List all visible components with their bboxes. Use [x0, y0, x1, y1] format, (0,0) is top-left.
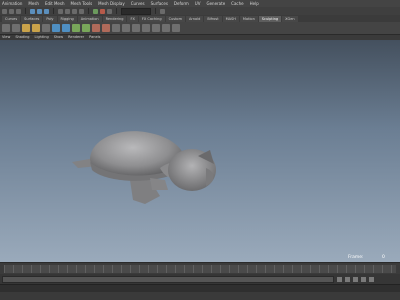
knife-tool-icon[interactable]: [132, 24, 140, 32]
step-forward-icon[interactable]: [361, 276, 366, 282]
menu-deform[interactable]: Deform: [174, 0, 189, 7]
menu-mesh[interactable]: Mesh: [28, 0, 39, 7]
separator: [116, 8, 117, 14]
menu-mesh-tools[interactable]: Mesh Tools: [71, 0, 93, 7]
separator: [53, 8, 54, 14]
main-menu-bar: Animation Mesh Edit Mesh Mesh Tools Mesh…: [0, 0, 400, 7]
amplify-tool-icon[interactable]: [162, 24, 170, 32]
playback-range-bar[interactable]: [2, 275, 334, 283]
repeat-tool-icon[interactable]: [82, 24, 90, 32]
menu-mesh-display[interactable]: Mesh Display: [98, 0, 125, 7]
frame-value: 0: [382, 254, 385, 260]
separator: [88, 8, 89, 14]
bulge-tool-icon[interactable]: [152, 24, 160, 32]
input-field[interactable]: [121, 7, 151, 15]
snap-grid-icon[interactable]: [58, 8, 63, 14]
turtle-model[interactable]: Frame: 0: [0, 40, 400, 262]
separator: [155, 8, 156, 14]
scrape-tool-icon[interactable]: [112, 24, 120, 32]
shelf-toolbar: [0, 22, 400, 35]
help-line: [0, 292, 400, 300]
menu-curves[interactable]: Curves: [131, 0, 145, 7]
lasso-tool-icon[interactable]: [37, 8, 42, 14]
time-ruler[interactable]: [4, 265, 396, 273]
turtle-front-leg: [150, 178, 168, 190]
save-scene-icon[interactable]: [16, 8, 21, 14]
paint-select-icon[interactable]: [44, 8, 49, 14]
render-icon[interactable]: [93, 8, 98, 14]
snap-surface-icon[interactable]: [79, 8, 84, 14]
spray-tool-icon[interactable]: [72, 24, 80, 32]
snap-curve-icon[interactable]: [65, 8, 70, 14]
snap-point-icon[interactable]: [72, 8, 77, 14]
smooth-tool-icon[interactable]: [12, 24, 20, 32]
new-scene-icon[interactable]: [2, 8, 7, 14]
open-scene-icon[interactable]: [9, 8, 14, 14]
go-to-end-icon[interactable]: [369, 276, 374, 282]
menu-animation[interactable]: Animation: [2, 0, 22, 7]
ipr-render-icon[interactable]: [100, 8, 105, 14]
separator: [25, 8, 26, 14]
render-settings-icon[interactable]: [107, 8, 112, 14]
frame-label: Frame:: [348, 254, 364, 260]
menu-help[interactable]: Help: [250, 0, 259, 7]
pinch-tool-icon[interactable]: [42, 24, 50, 32]
flatten-tool-icon[interactable]: [52, 24, 60, 32]
play-icon[interactable]: [353, 276, 358, 282]
menu-uv[interactable]: UV: [195, 0, 201, 7]
wax-tool-icon[interactable]: [102, 24, 110, 32]
3d-viewport[interactable]: Frame: 0: [0, 40, 400, 262]
sculpt-tool-icon[interactable]: [2, 24, 10, 32]
select-tool-icon[interactable]: [30, 8, 35, 14]
step-back-icon[interactable]: [345, 276, 350, 282]
menu-edit-mesh[interactable]: Edit Mesh: [45, 0, 65, 7]
go-to-start-icon[interactable]: [337, 276, 342, 282]
sign-in-icon[interactable]: [160, 8, 165, 14]
menu-cache[interactable]: Cache: [231, 0, 243, 7]
foamy-tool-icon[interactable]: [62, 24, 70, 32]
imprint-tool-icon[interactable]: [92, 24, 100, 32]
grab-tool-icon[interactable]: [32, 24, 40, 32]
range-slider: [0, 274, 400, 284]
freeze-tool-icon[interactable]: [172, 24, 180, 32]
shelf-tabs: Curves Surfaces Poly Rigging Animation R…: [0, 15, 400, 22]
fill-tool-icon[interactable]: [122, 24, 130, 32]
menu-surfaces[interactable]: Surfaces: [151, 0, 168, 7]
smear-tool-icon[interactable]: [142, 24, 150, 32]
menu-generate[interactable]: Generate: [206, 0, 225, 7]
relax-tool-icon[interactable]: [22, 24, 30, 32]
